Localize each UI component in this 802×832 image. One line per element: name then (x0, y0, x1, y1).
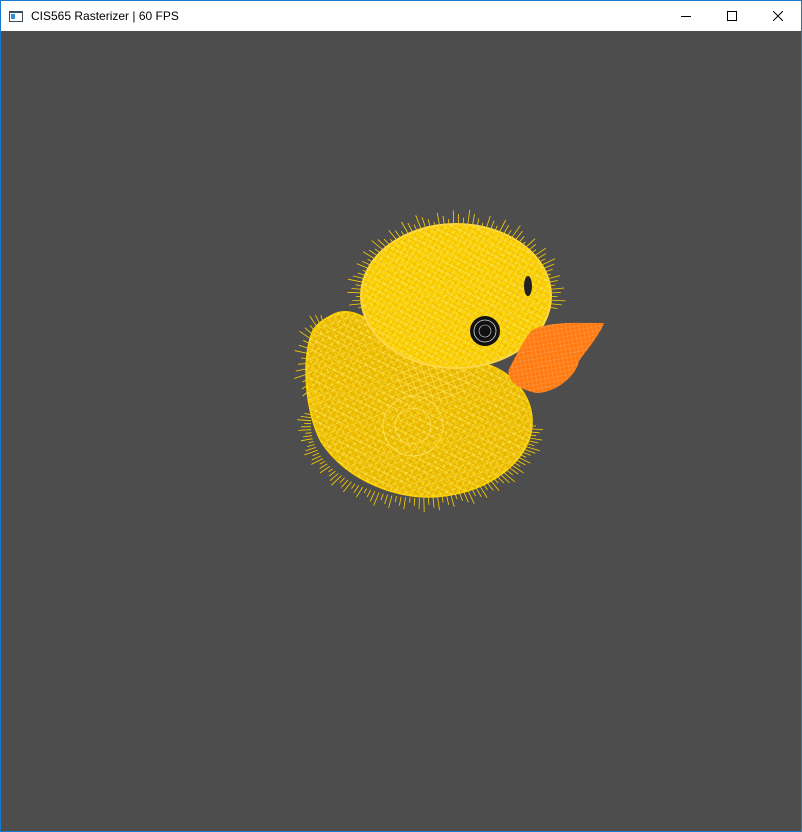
minimize-icon (681, 16, 691, 17)
window-title: CIS565 Rasterizer | 60 FPS (31, 9, 179, 23)
close-icon (773, 11, 783, 21)
duck-eye (470, 316, 500, 346)
title-bar[interactable]: CIS565 Rasterizer | 60 FPS (1, 1, 801, 31)
wireframe-duck-scene (293, 209, 604, 513)
duck-model (293, 209, 604, 513)
maximize-button[interactable] (709, 1, 755, 31)
minimize-button[interactable] (663, 1, 709, 31)
maximize-icon (727, 11, 737, 21)
duck-far-eye (524, 276, 532, 296)
rasterizer-window: CIS565 Rasterizer | 60 FPS (0, 0, 802, 832)
render-viewport[interactable] (1, 31, 801, 831)
window-controls (663, 1, 801, 31)
app-window-icon[interactable] (9, 10, 23, 22)
close-button[interactable] (755, 1, 801, 31)
